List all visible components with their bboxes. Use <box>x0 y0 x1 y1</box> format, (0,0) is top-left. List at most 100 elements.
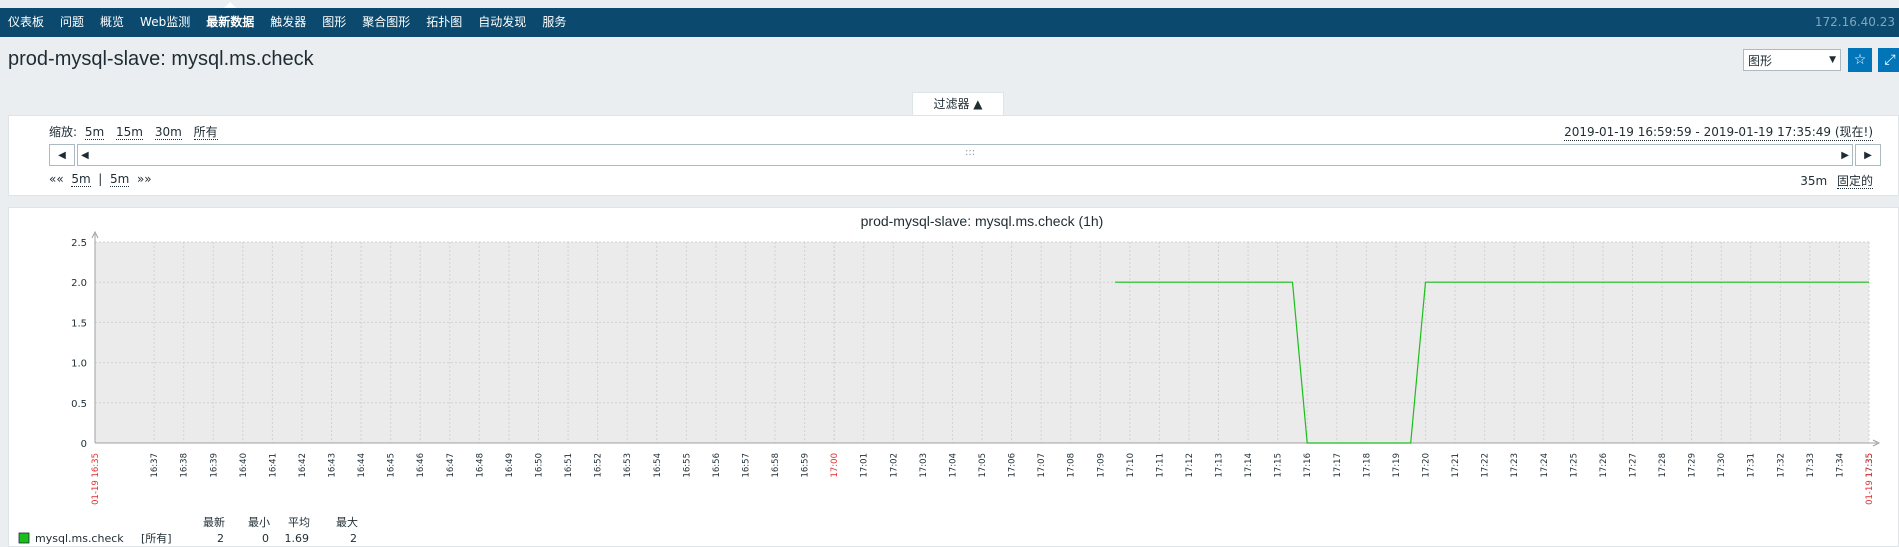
period-length: 35m <box>1800 174 1828 188</box>
x-tick-label: 17:13 <box>1215 453 1225 478</box>
fullscreen-button[interactable]: ⤢ <box>1878 48 1899 72</box>
x-tick-label: 16:53 <box>623 453 633 478</box>
x-tick-label: 17:33 <box>1806 453 1816 478</box>
x-tick-label: 17:06 <box>1008 453 1018 478</box>
legend-func: [所有] <box>141 531 172 545</box>
y-tick-label: 1.0 <box>71 359 87 370</box>
x-tick-label: 16:41 <box>268 453 278 478</box>
nav-step-back[interactable]: 5m <box>71 172 91 187</box>
nav-item-1[interactable]: 问题 <box>52 8 92 37</box>
zoom-30m[interactable]: 30m <box>154 125 182 140</box>
x-tick-label: 17:26 <box>1599 453 1609 478</box>
legend-header: 最新 <box>203 515 225 529</box>
x-tick-label: 16:58 <box>771 453 781 478</box>
time-range[interactable]: 2019-01-19 16:59:59 - 2019-01-19 17:35:4… <box>1564 123 1873 141</box>
period-info: 35m 固定的 <box>1800 172 1873 189</box>
nav-item-5[interactable]: 触发器 <box>262 8 314 37</box>
handle-left-icon[interactable]: ◀ <box>81 150 89 161</box>
nav-item-10[interactable]: 服务 <box>534 8 574 37</box>
x-end-label: 01-19 17:35 <box>1865 453 1875 505</box>
x-tick-label: 17:19 <box>1392 453 1402 478</box>
x-tick-label: 16:42 <box>298 453 308 478</box>
x-tick-label: 17:25 <box>1569 453 1579 478</box>
slider-left-button[interactable]: ◀ <box>49 144 75 166</box>
handle-right-icon[interactable]: ▶ <box>1841 150 1849 161</box>
x-tick-label: 16:44 <box>357 453 367 478</box>
view-select-value: 图形 <box>1748 53 1773 68</box>
zoom-5m[interactable]: 5m <box>84 125 105 140</box>
time-slider: ◀ ◀ ::: ▶ ▶ <box>49 144 1881 166</box>
x-tick-label: 17:22 <box>1481 453 1491 478</box>
x-tick-label: 17:05 <box>978 453 988 478</box>
x-tick-label: 16:48 <box>475 453 485 478</box>
x-tick-label: 17:08 <box>1067 453 1077 478</box>
y-tick-label: 2.0 <box>71 278 87 289</box>
x-tick-label: 17:20 <box>1422 453 1432 478</box>
legend-series-name: mysql.ms.check <box>35 532 124 545</box>
graph-chart: prod-mysql-slave: mysql.ms.check (1h) 16:… <box>18 213 1881 545</box>
x-tick-label: 17:04 <box>948 453 958 478</box>
view-select[interactable]: 图形 ▼ <box>1743 49 1841 71</box>
x-tick-label: 17:07 <box>1037 453 1047 478</box>
nav-item-0[interactable]: 仪表板 <box>0 8 52 37</box>
x-tick-label: 17:31 <box>1747 453 1757 478</box>
x-tick-label: 17:00 <box>830 453 840 478</box>
x-tick-label: 16:39 <box>209 453 219 478</box>
nav-item-6[interactable]: 图形 <box>314 8 354 37</box>
x-tick-label: 17:02 <box>889 453 899 478</box>
filter-panel: 缩放: 5m 15m 30m 所有 2019-01-19 16:59:59 - … <box>8 115 1899 196</box>
nav-item-7[interactable]: 聚合图形 <box>354 8 418 37</box>
period-nav: «« 5m | 5m »» <box>49 172 152 187</box>
x-tick-label: 17:24 <box>1540 453 1550 478</box>
zoom-all[interactable]: 所有 <box>193 125 218 140</box>
slider-right-button[interactable]: ▶ <box>1855 144 1881 166</box>
x-tick-label: 16:55 <box>682 453 692 478</box>
chart-title: prod-mysql-slave: mysql.ms.check (1h) <box>861 213 1104 229</box>
x-tick-label: 17:15 <box>1274 453 1284 478</box>
legend-swatch <box>18 532 30 544</box>
x-tick-label: 16:59 <box>801 453 811 478</box>
nav-back[interactable]: «« <box>49 172 64 186</box>
page-title: prod-mysql-slave: mysql.ms.check <box>8 48 314 70</box>
slider-track[interactable]: ◀ ::: ▶ <box>77 144 1853 166</box>
x-tick-label: 17:34 <box>1835 453 1845 478</box>
x-tick-label: 16:37 <box>150 453 160 478</box>
nav-item-3[interactable]: Web监测 <box>132 8 198 37</box>
x-tick-label: 16:40 <box>239 453 249 478</box>
fixed-toggle[interactable]: 固定的 <box>1836 174 1873 189</box>
nav-forward[interactable]: »» <box>137 172 152 186</box>
filter-tab[interactable]: 过滤器 ▲ <box>912 92 1004 116</box>
x-tick-label: 16:52 <box>594 453 604 478</box>
x-tick-label: 17:30 <box>1717 453 1727 478</box>
x-tick-label: 16:45 <box>387 453 397 478</box>
server-ip: 172.16.40.23 <box>1814 15 1895 29</box>
nav-item-2[interactable]: 概览 <box>92 8 132 37</box>
arrow-left-icon: ◀ <box>58 149 66 161</box>
zoom-15m[interactable]: 15m <box>116 125 143 140</box>
x-tick-label: 17:12 <box>1185 453 1195 478</box>
nav-sep: | <box>98 172 103 186</box>
legend-header: 最大 <box>336 515 358 529</box>
x-tick-label: 17:10 <box>1126 453 1136 478</box>
y-tick-label: 2.5 <box>71 238 87 249</box>
x-tick-label: 16:38 <box>180 453 190 478</box>
legend-header: 最小 <box>248 516 270 529</box>
zoom-row: 缩放: 5m 15m 30m 所有 <box>49 123 226 140</box>
nav-step-forward[interactable]: 5m <box>109 172 130 187</box>
favorite-button[interactable]: ☆ <box>1848 48 1872 72</box>
x-tick-label: 17:09 <box>1096 453 1106 478</box>
x-tick-label: 17:01 <box>860 453 870 478</box>
y-tick-label: 0.5 <box>71 399 87 410</box>
x-tick-label: 17:29 <box>1688 453 1698 478</box>
x-tick-label: 16:47 <box>446 453 456 478</box>
x-tick-label: 16:57 <box>741 453 751 478</box>
nav-item-9[interactable]: 自动发现 <box>470 8 534 37</box>
x-tick-label: 17:23 <box>1510 453 1520 478</box>
x-tick-label: 16:56 <box>712 453 722 478</box>
nav-item-8[interactable]: 拓扑图 <box>418 8 470 37</box>
nav-item-4[interactable]: 最新数据 <box>198 2 262 37</box>
legend-value: 2 <box>350 532 357 545</box>
x-tick-label: 17:16 <box>1303 453 1313 478</box>
x-tick-label: 17:03 <box>919 453 929 478</box>
slider-grip[interactable]: ::: <box>965 147 975 158</box>
